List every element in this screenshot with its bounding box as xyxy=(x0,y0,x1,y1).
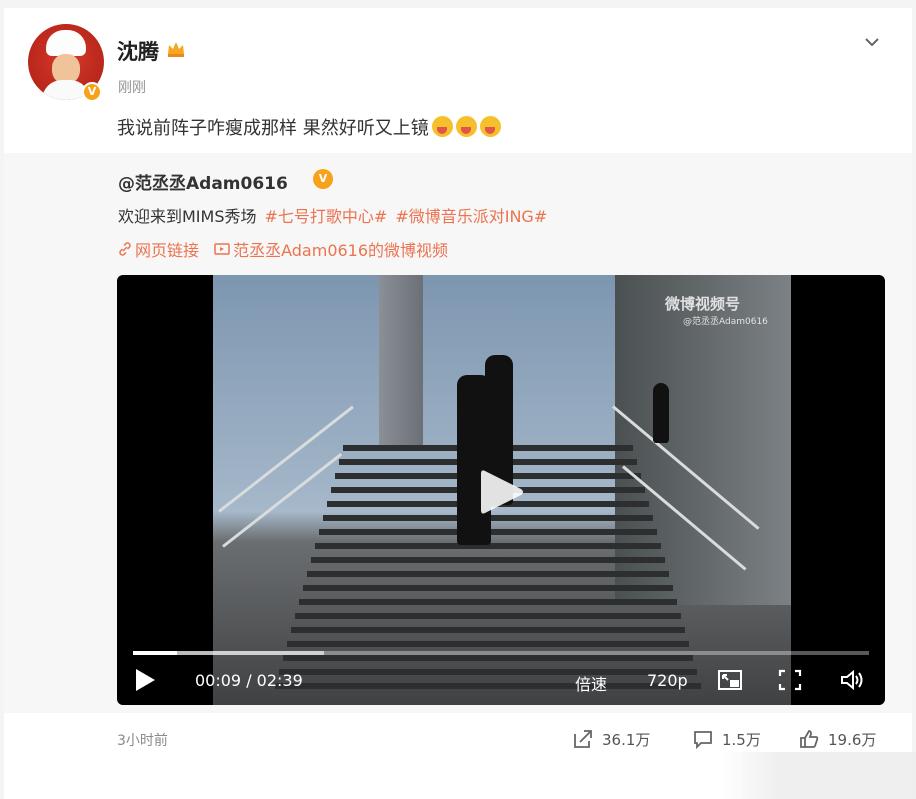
stair-step xyxy=(283,655,693,661)
emoji-icon xyxy=(479,116,501,137)
progress-fill xyxy=(133,651,178,655)
progress-bar[interactable] xyxy=(133,651,869,655)
reposted-weibo[interactable]: @范丞丞Adam0616 V 欢迎来到MIMS秀场 #七号打歌中心# #微博音乐派对… xyxy=(4,153,912,713)
current-time: 00:09 xyxy=(195,671,242,690)
watermark-sub: @范丞丞Adam0616 xyxy=(683,317,768,327)
emoji-icon xyxy=(431,116,453,137)
emoji-icon xyxy=(455,116,477,137)
link-icon xyxy=(119,242,131,256)
video-link-label: 范丞丞Adam0616的微博视频 xyxy=(233,241,449,260)
footer-time: 3小时前 xyxy=(117,733,168,749)
video-controls: 00:09 / 02:39 倍速 720p xyxy=(117,663,885,699)
topic-link[interactable]: #七号打歌中心# xyxy=(265,207,388,226)
stair-step xyxy=(307,571,669,577)
like-button[interactable]: 19.6万 xyxy=(798,728,876,750)
stair-step xyxy=(287,641,689,647)
share-icon xyxy=(574,730,592,748)
repost-text: 欢迎来到MIMS秀场 #七号打歌中心# #微博音乐派对ING# xyxy=(118,203,547,227)
author-name[interactable]: 沈腾 xyxy=(117,36,159,66)
volume-icon[interactable] xyxy=(839,668,865,692)
web-link-label: 网页链接 xyxy=(135,241,200,260)
comment-icon xyxy=(694,731,712,750)
stair-step xyxy=(291,627,685,633)
video-player[interactable]: 微博视频号 @范丞丞Adam0616 00:09 / 02:39 倍速 720p xyxy=(117,275,885,705)
picture-in-picture-icon[interactable] xyxy=(717,668,743,692)
share-button[interactable]: 36.1万 xyxy=(572,728,650,750)
verified-badge-icon: V xyxy=(313,169,333,189)
stair-step xyxy=(299,599,677,605)
stair-step xyxy=(295,613,681,619)
like-count: 19.6万 xyxy=(828,730,877,749)
watermark-text: 微博视频号 xyxy=(665,295,741,313)
thumbs-up-icon xyxy=(800,730,819,748)
post-text-content: 我说前阵子咋瘦成那样 果然好听又上镜 xyxy=(117,118,429,139)
play-button-icon[interactable] xyxy=(133,667,157,693)
repost-author[interactable]: @范丞丞Adam0616 xyxy=(118,169,288,194)
play-icon[interactable] xyxy=(479,467,525,517)
stair-step xyxy=(303,585,673,591)
comment-button[interactable]: 1.5万 xyxy=(692,728,761,750)
speed-button[interactable]: 倍速 xyxy=(575,671,607,695)
post-time: 刚刚 xyxy=(118,80,146,96)
video-watermark: 微博视频号 @范丞丞Adam0616 xyxy=(665,293,768,327)
repost-text-content: 欢迎来到MIMS秀场 xyxy=(118,207,257,226)
topic-link[interactable]: #微博音乐派对ING# xyxy=(395,207,547,226)
comment-count: 1.5万 xyxy=(722,730,761,749)
verified-badge-icon: V xyxy=(82,82,102,102)
chevron-down-icon[interactable] xyxy=(862,32,882,52)
video-link[interactable]: 范丞丞Adam0616的微博视频 xyxy=(214,237,448,261)
video-icon xyxy=(214,243,230,255)
post-text: 我说前阵子咋瘦成那样 果然好听又上镜 xyxy=(117,114,501,140)
web-link[interactable]: 网页链接 xyxy=(118,237,199,261)
quality-button[interactable]: 720p xyxy=(647,671,688,690)
repost-links: 网页链接 范丞丞Adam0616的微博视频 xyxy=(118,237,458,261)
stair-step xyxy=(311,557,665,563)
blur-overlay xyxy=(720,752,916,799)
fullscreen-icon[interactable] xyxy=(777,668,803,692)
time-display: 00:09 / 02:39 xyxy=(195,671,303,690)
duration: 02:39 xyxy=(256,671,303,690)
crown-icon xyxy=(168,42,184,57)
share-count: 36.1万 xyxy=(602,730,651,749)
